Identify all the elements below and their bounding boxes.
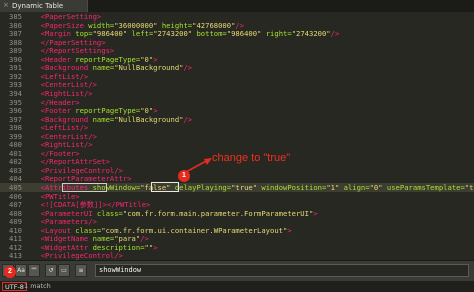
- find-bar: .* Aa "" ↺ ▭ ≡ showWindow: [0, 260, 474, 281]
- tab-title: Dynamic Table: [12, 2, 64, 10]
- tab-bar: × Dynamic Table: [0, 0, 474, 12]
- in-selection-toggle[interactable]: ▭: [58, 264, 70, 277]
- annotation-label: change to "true": [212, 152, 291, 164]
- annotation-badge-1: 1: [178, 170, 190, 182]
- status-bar: UTF-8 1 match: [0, 281, 474, 292]
- highlight-matches-toggle[interactable]: ≡: [75, 264, 87, 277]
- case-sensitive-toggle[interactable]: Aa: [15, 264, 27, 277]
- code-text[interactable]: <PrivilegeControl/>: [32, 251, 123, 260]
- tab-dynamic-table[interactable]: × Dynamic Table: [0, 0, 88, 12]
- match-count: 1 match: [24, 282, 51, 290]
- annotation-badge-2: 2: [4, 266, 16, 278]
- false-value-highlight: [151, 182, 179, 192]
- close-icon[interactable]: ×: [3, 2, 10, 9]
- whole-word-toggle[interactable]: "": [28, 264, 40, 277]
- line-number: 413: [9, 251, 22, 260]
- wrap-toggle[interactable]: ↺: [45, 264, 57, 277]
- find-input[interactable]: showWindow: [95, 264, 469, 277]
- code-line[interactable]: 413 <PrivilegeControl/>: [0, 251, 474, 260]
- code-editor[interactable]: 385 <PaperSetting> 386 <PaperSize width="…: [0, 12, 474, 260]
